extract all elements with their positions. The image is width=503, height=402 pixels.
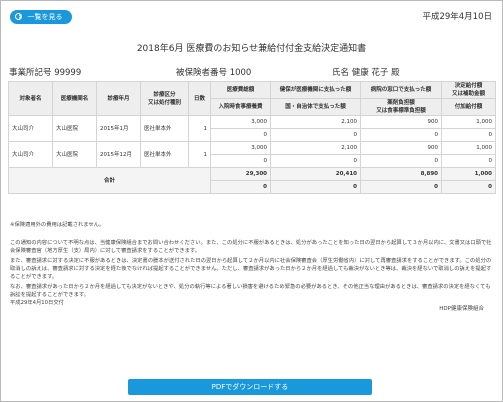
cell-name: 大山司介 (8, 141, 53, 168)
col-header-institution: 医療機関名 (52, 81, 97, 116)
notice-window: 一覧を見る 平成29年4月10日 2018年6月 医療費のお知らせ兼給付付金支給… (0, 0, 503, 402)
cell-public-paid: 0 (270, 128, 361, 142)
cell-inpatient-meal: 0 (210, 128, 271, 142)
col-header-inpatient-meal: 入院時食事療養費 (210, 98, 271, 116)
document-title: 2018年6月 医療費のお知らせ兼給付付金支給決定通知書 (136, 44, 367, 54)
table-header-row: 対象者名 医療機関名 診療年月 診療区分 又は処付種別 日数 医療費総額 健保が… (8, 81, 496, 116)
col-header-month: 診療年月 (96, 81, 141, 116)
cell-institution: 大山医院 (52, 141, 97, 168)
cell-days: 1 (188, 115, 211, 142)
col-header-category: 診療区分 又は処付種別 (140, 81, 189, 116)
footnote: ※保険適用外の費用は記載されません。 (10, 222, 105, 228)
cell-paid-to-institution: 2,100 (270, 115, 361, 129)
total-row: 合計 29,300 20,410 8,890 1,000 (8, 167, 496, 194)
table-row: 大山司介 大山医院 2015年12月 医社単本外 1 3,000 2,100 9… (8, 141, 496, 168)
total-high-cost: 0 (360, 180, 442, 194)
cell-month: 2015年12月 (96, 141, 141, 168)
issuer-name: HDP健康保険組合 (439, 306, 484, 312)
total-inpatient-meal: 0 (210, 180, 271, 194)
notice-paragraph-3: なお、審査請求があった日から２か月を経過しても決定がないときや、処分の執行等によ… (10, 284, 491, 298)
total-paid-to-institution: 20,410 (270, 167, 361, 181)
total-public-paid: 0 (270, 180, 361, 194)
cell-additional: 0 (441, 128, 496, 142)
cell-inpatient-meal: 0 (210, 154, 271, 168)
cell-clinic-paid: 900 (360, 115, 442, 129)
view-list-button[interactable]: 一覧を見る (10, 10, 72, 24)
table-row: 大山司介 大山医院 2015年1月 医社単本外 1 3,000 2,100 90… (8, 115, 496, 142)
cell-name: 大山司介 (8, 115, 53, 142)
cell-additional: 0 (441, 154, 496, 168)
cell-clinic-paid: 900 (360, 141, 442, 155)
cell-high-cost: 0 (360, 128, 442, 142)
recipient-name: 氏名 健康 花子 殿 (332, 68, 400, 78)
cell-public-paid: 0 (270, 154, 361, 168)
total-cost: 29,300 (210, 167, 271, 181)
col-header-paid-to-institution: 健保が医療機関に支払った額 (270, 81, 361, 99)
col-header-total-cost: 医療費総額 (210, 81, 271, 99)
medical-cost-table: 対象者名 医療機関名 診療年月 診療区分 又は処付種別 日数 医療費総額 健保が… (8, 81, 496, 194)
notice-paragraph-1: この通知の内容について不明な点は、当健康保険組合までお問い合わせください。また、… (10, 240, 492, 254)
cell-category: 医社単本外 (140, 115, 189, 142)
download-pdf-button[interactable]: PDFでダウンロードする (128, 379, 372, 395)
cell-decision-amount: 1,000 (441, 115, 496, 129)
insured-number: 被保険者番号 1000 (176, 68, 252, 78)
cell-category: 医社単本外 (140, 141, 189, 168)
cell-total-cost: 3,000 (210, 115, 271, 129)
back-circle-icon (15, 13, 22, 20)
cell-days: 1 (188, 141, 211, 168)
cell-institution: 大山医院 (52, 115, 97, 142)
cell-decision-amount: 1,000 (441, 141, 496, 155)
cell-total-cost: 3,000 (210, 141, 271, 155)
notice-paragraph-2: また、審査請求に対する決定に不服があるときは、決定書の謄本が送付された日の翌日か… (10, 258, 492, 280)
col-header-clinic-paid: 病院の窓口で支払った額 (360, 81, 442, 99)
col-header-days: 日数 (188, 81, 211, 116)
total-decision-amount: 1,000 (441, 167, 496, 181)
col-header-additional: 付加給付額 (441, 98, 496, 116)
col-header-public-paid: 国・自治体で支払った額 (270, 98, 361, 116)
cell-month: 2015年1月 (96, 115, 141, 142)
col-header-high-cost: 薬剤負担額 又は食事標準負担額 (360, 98, 442, 116)
col-header-decision-amount: 決定給付額 又は補助金額 (441, 81, 496, 99)
col-header-name: 対象者名 (8, 81, 53, 116)
issue-date: 平成29年4月10日 (422, 12, 492, 22)
notice-issue-date: 平成29年4月10日交付 (10, 300, 64, 306)
cell-paid-to-institution: 2,100 (270, 141, 361, 155)
total-clinic-paid: 8,890 (360, 167, 442, 181)
cell-high-cost: 0 (360, 154, 442, 168)
view-list-label: 一覧を見る (27, 13, 63, 21)
total-additional: 0 (441, 180, 496, 194)
office-code: 事業所記号 99999 (9, 68, 82, 78)
total-label: 合計 (8, 167, 211, 194)
